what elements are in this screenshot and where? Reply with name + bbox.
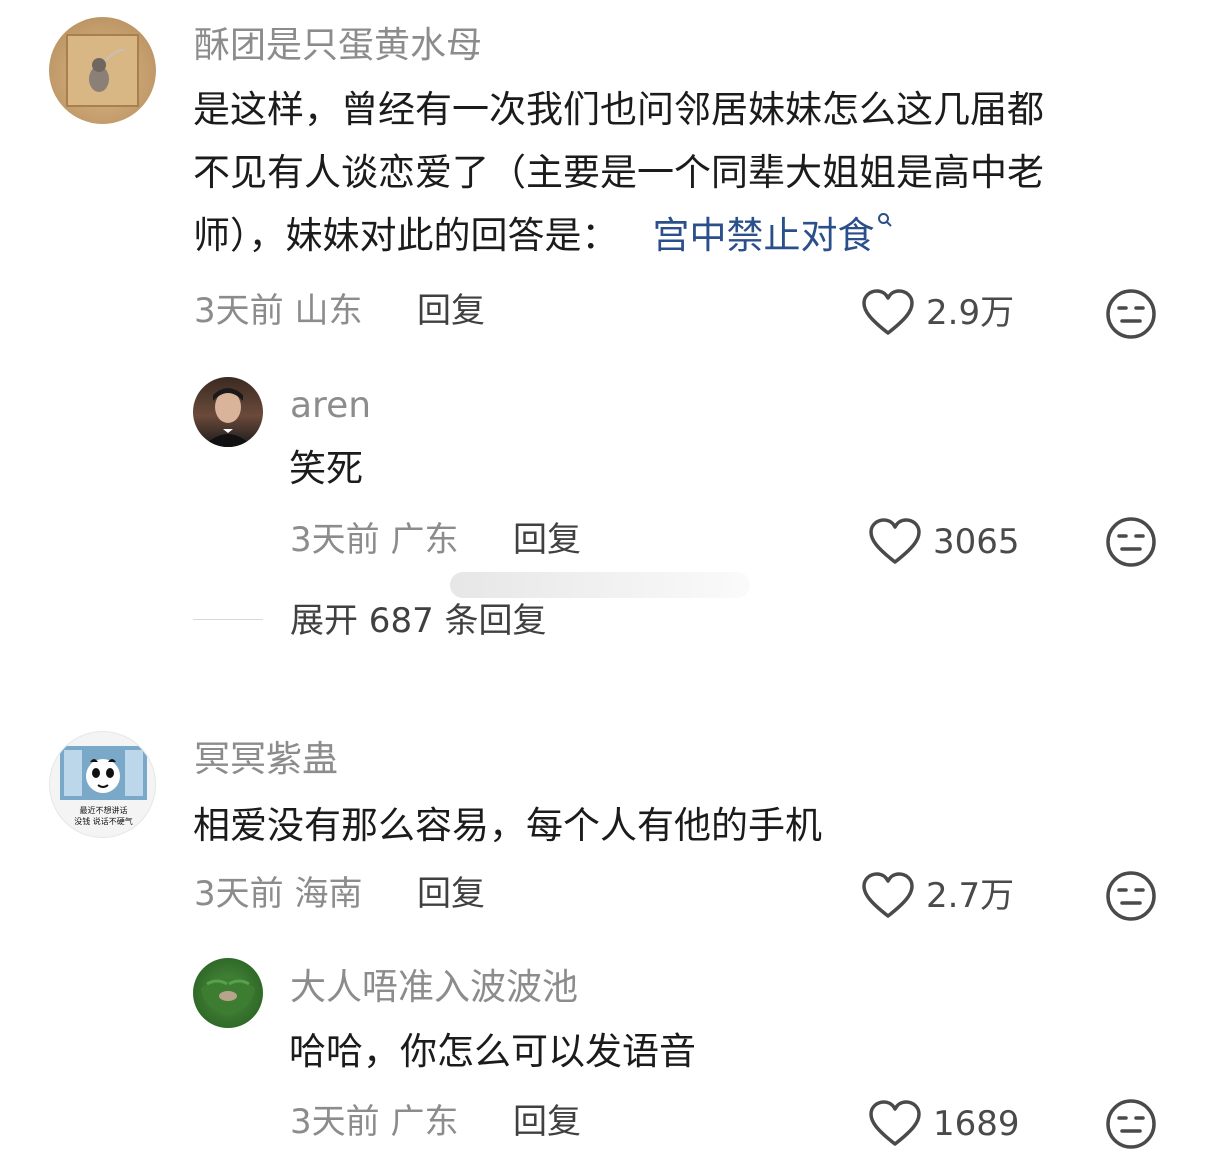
reply-meta: 3天前 广东 xyxy=(290,1100,458,1144)
dislike-button[interactable] xyxy=(1105,288,1157,340)
neutral-face-icon xyxy=(1106,289,1156,339)
reply-username[interactable]: aren xyxy=(290,384,371,428)
like-count: 1689 xyxy=(933,1104,1020,1144)
reply-location: 广东 xyxy=(390,1102,459,1142)
comment-username[interactable]: 冥冥紫蛊 xyxy=(194,738,338,782)
dislike-button[interactable] xyxy=(1105,870,1157,922)
comment-text-line-3: 师），妹妹对此的回答是： xyxy=(193,214,619,257)
reply-time: 3天前 xyxy=(290,520,380,560)
reply-text: 笑死 xyxy=(289,447,363,490)
reply-button[interactable]: 回复 xyxy=(417,872,485,916)
avatar[interactable]: 最近不想讲话 没钱 说话不硬气 xyxy=(49,731,156,838)
reply-meta: 3天前 广东 xyxy=(290,518,458,562)
neutral-face-icon xyxy=(1106,1099,1156,1149)
avatar-caption: 最近不想讲话 没钱 说话不硬气 xyxy=(50,805,155,827)
comment-meta: 3天前 山东 xyxy=(194,289,362,333)
comment-time: 3天前 xyxy=(194,291,284,331)
comment-time: 3天前 xyxy=(194,874,284,914)
heart-outline-icon xyxy=(869,1100,921,1146)
neutral-face-icon xyxy=(1106,871,1156,921)
neutral-face-icon xyxy=(1106,517,1156,567)
heart-outline-icon xyxy=(869,518,921,564)
comment-text-line: 师），妹妹对此的回答是： 宫中禁止对食 xyxy=(193,204,1044,267)
reply-text: 哈哈，你怎么可以发语音 xyxy=(289,1030,696,1073)
comment-location: 山东 xyxy=(294,291,363,331)
comment-meta: 3天前 海南 xyxy=(194,872,362,916)
like-count: 2.7万 xyxy=(926,876,1015,916)
reply-button[interactable]: 回复 xyxy=(513,1100,581,1144)
heart-outline-icon xyxy=(862,289,914,335)
comment-text: 是这样，曾经有一次我们也问邻居妹妹怎么这几届都 不见有人谈恋爱了（主要是一个同辈… xyxy=(193,78,1044,267)
comment-location: 海南 xyxy=(294,874,363,914)
reply-location: 广东 xyxy=(390,520,459,560)
comment-text-line: 是这样，曾经有一次我们也问邻居妹妹怎么这几届都 xyxy=(193,88,1044,131)
like-count: 3065 xyxy=(933,522,1020,562)
avatar-image xyxy=(203,388,253,447)
expand-replies-divider xyxy=(193,619,263,620)
scroll-artifact xyxy=(450,572,750,598)
avatar-caption-line: 最近不想讲话 xyxy=(79,806,128,815)
avatar[interactable] xyxy=(49,17,156,124)
search-icon xyxy=(877,213,892,227)
avatar-image xyxy=(201,978,255,1016)
comment-text-line: 不见有人谈恋爱了（主要是一个同辈大姐姐是高中老 xyxy=(193,151,1044,194)
avatar[interactable] xyxy=(193,377,263,447)
reply-button[interactable]: 回复 xyxy=(417,289,485,333)
like-count: 2.9万 xyxy=(926,293,1015,333)
search-link-label: 宫中禁止对食 xyxy=(652,214,875,257)
expand-replies-button[interactable]: 展开 687 条回复 xyxy=(290,599,547,643)
avatar-caption-line: 没钱 说话不硬气 xyxy=(74,817,133,826)
comment-username[interactable]: 酥团是只蛋黄水母 xyxy=(194,24,482,68)
avatar-image xyxy=(66,34,139,107)
comment-text: 相爱没有那么容易，每个人有他的手机 xyxy=(193,804,822,847)
heart-outline-icon xyxy=(862,872,914,918)
avatar[interactable] xyxy=(193,958,263,1028)
dislike-button[interactable] xyxy=(1105,1098,1157,1150)
reply-time: 3天前 xyxy=(290,1102,380,1142)
dislike-button[interactable] xyxy=(1105,516,1157,568)
reply-button[interactable]: 回复 xyxy=(513,518,581,562)
reply-username[interactable]: 大人唔准入波波池 xyxy=(290,966,578,1010)
search-link[interactable]: 宫中禁止对食 xyxy=(652,213,893,257)
